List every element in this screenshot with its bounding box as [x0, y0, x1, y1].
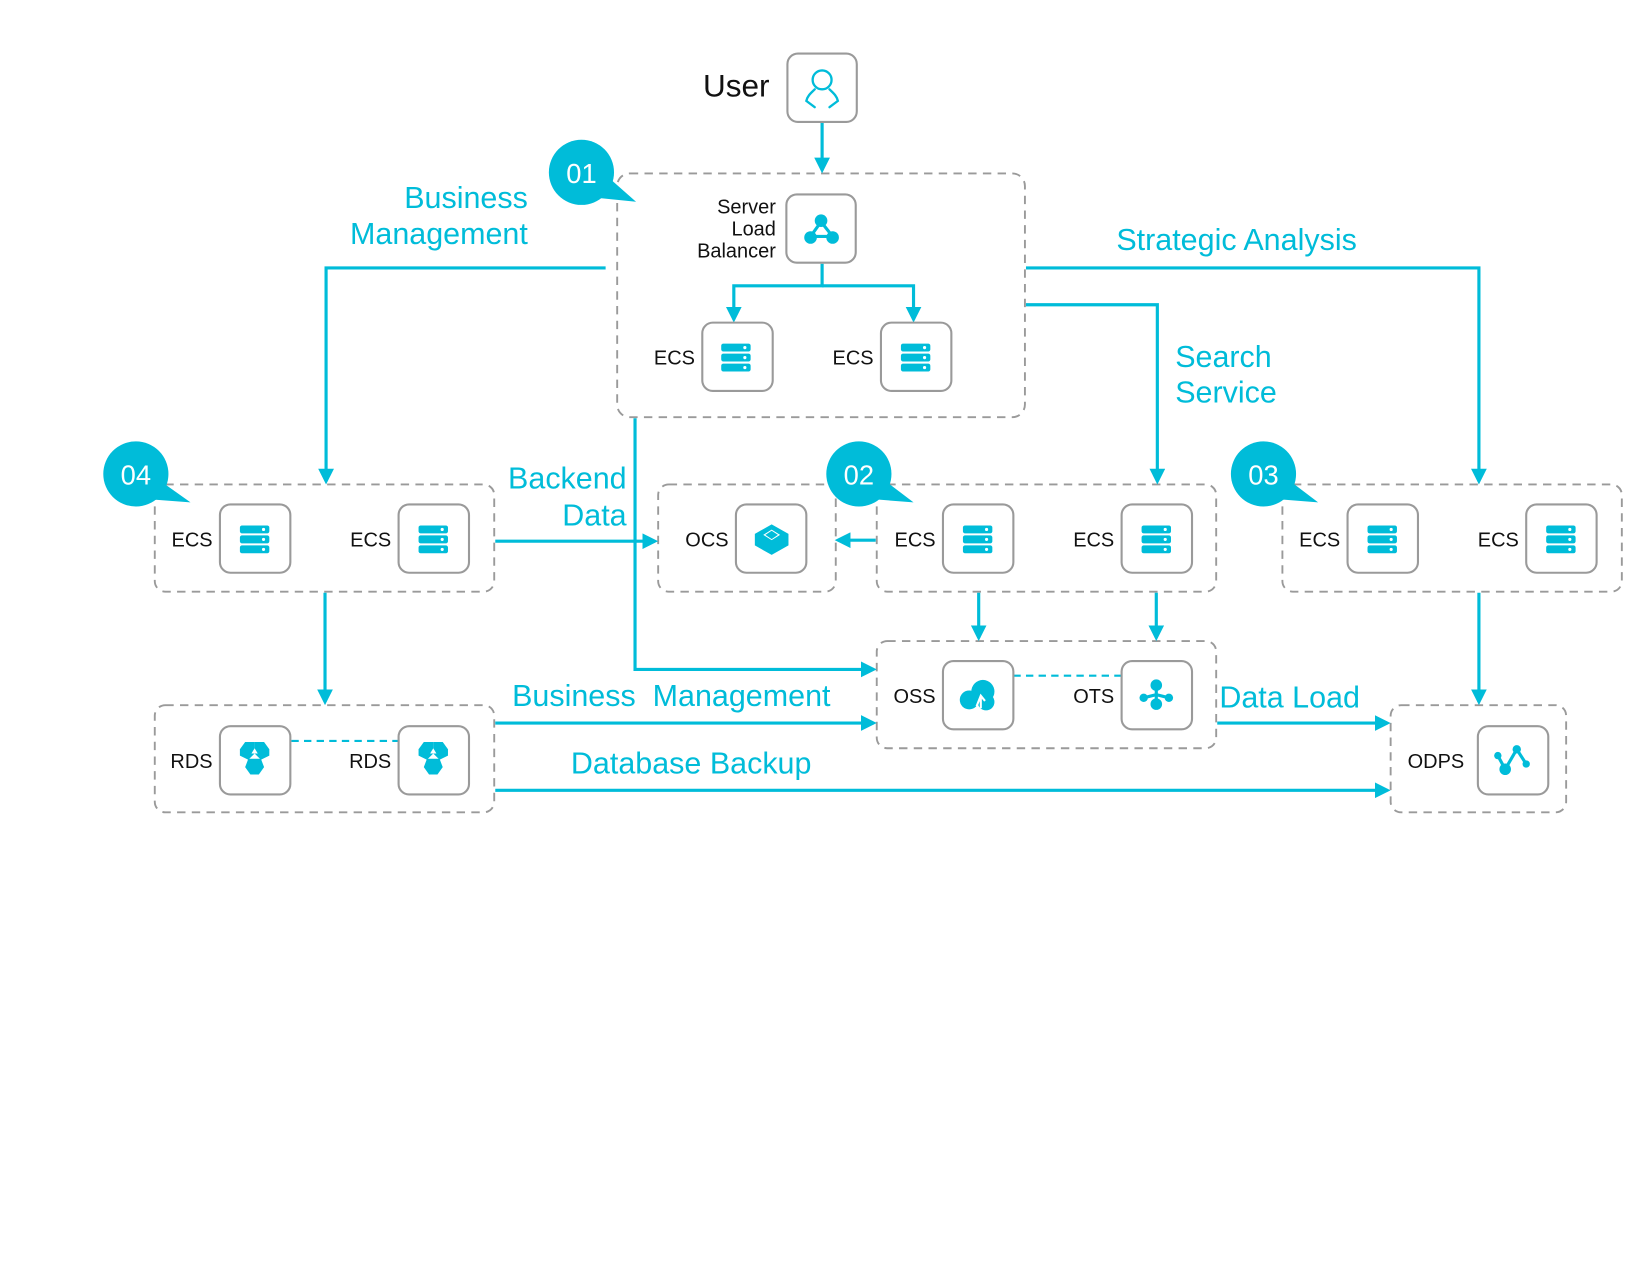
ecs-label: ECS: [654, 348, 695, 370]
odps-label: ODPS: [1408, 751, 1465, 773]
ocs-node[interactable]: [734, 503, 808, 574]
badge-01: 01: [548, 139, 637, 205]
ecs-node[interactable]: [1120, 503, 1194, 574]
search-service-arrow: [1025, 303, 1166, 485]
server-icon: [1141, 525, 1172, 554]
oss-node[interactable]: [941, 659, 1015, 731]
ecs-label: ECS: [1299, 529, 1340, 551]
odps-node[interactable]: [1476, 725, 1550, 796]
server-icon: [1546, 525, 1576, 554]
slb-node[interactable]: [785, 193, 857, 264]
badge-04: 04: [103, 441, 191, 507]
ots-label: OTS: [1073, 686, 1114, 708]
ots-node[interactable]: [1120, 659, 1194, 731]
ecs-node[interactable]: [218, 503, 292, 574]
ecs-label: ECS: [1073, 529, 1114, 551]
svg-text:03: 03: [1248, 459, 1278, 490]
ecs-node[interactable]: [1346, 503, 1420, 574]
ecs-node[interactable]: [879, 321, 953, 392]
rds-node[interactable]: [397, 725, 471, 796]
svg-text:01: 01: [566, 158, 596, 189]
svg-text:02: 02: [844, 459, 874, 490]
ecs-node[interactable]: [1525, 503, 1598, 574]
database-backup-label: Database Backup: [571, 746, 812, 780]
architecture-diagram: Business Management Strategic Analysis S…: [103, 52, 1623, 814]
slb-to-ecs-right-arrow: [822, 284, 922, 323]
server-icon: [900, 343, 931, 372]
oss-label: OSS: [893, 686, 935, 708]
ecs-label: ECS: [350, 529, 391, 551]
ecs-node[interactable]: [941, 503, 1015, 574]
slb-label-1: Server: [717, 196, 776, 218]
search-service-label-2: Service: [1175, 375, 1277, 409]
badge-03: 03: [1230, 441, 1319, 507]
business-management-bottom-label: Business Management: [512, 679, 831, 713]
ecs-label: ECS: [172, 529, 213, 551]
backend-data-label-1: Backend: [508, 462, 627, 496]
server-icon: [418, 525, 448, 554]
search-service-label-1: Search: [1175, 340, 1272, 374]
ecs-label: ECS: [895, 529, 936, 551]
ecs-label: ECS: [1478, 529, 1519, 551]
rds-label: RDS: [349, 751, 391, 773]
data-load-label: Data Load: [1219, 680, 1360, 714]
strategic-analysis-label: Strategic Analysis: [1116, 223, 1356, 257]
server-icon: [721, 343, 751, 372]
svg-text:04: 04: [121, 459, 151, 490]
business-management-arrow: [318, 266, 606, 485]
server-icon: [1367, 525, 1397, 554]
rds-label: RDS: [170, 751, 212, 773]
backend-data-label-2: Data: [562, 498, 626, 532]
ecs-node[interactable]: [397, 503, 471, 574]
business-management-label-1: Business: [404, 181, 528, 215]
rds-node[interactable]: [218, 725, 292, 796]
server-icon: [239, 525, 270, 554]
user-node[interactable]: [786, 52, 858, 123]
ocs-label: OCS: [685, 529, 728, 551]
ecs-label: ECS: [833, 348, 874, 370]
server-icon: [962, 525, 993, 554]
slb-to-ecs-left-arrow: [725, 263, 824, 323]
badge-02: 02: [826, 441, 914, 507]
business-management-label-2: Management: [350, 217, 528, 251]
slb-label-3: Balancer: [697, 240, 776, 262]
user-label: User: [703, 68, 770, 104]
slb-label-2: Load: [731, 218, 775, 240]
ecs-node[interactable]: [701, 321, 774, 392]
